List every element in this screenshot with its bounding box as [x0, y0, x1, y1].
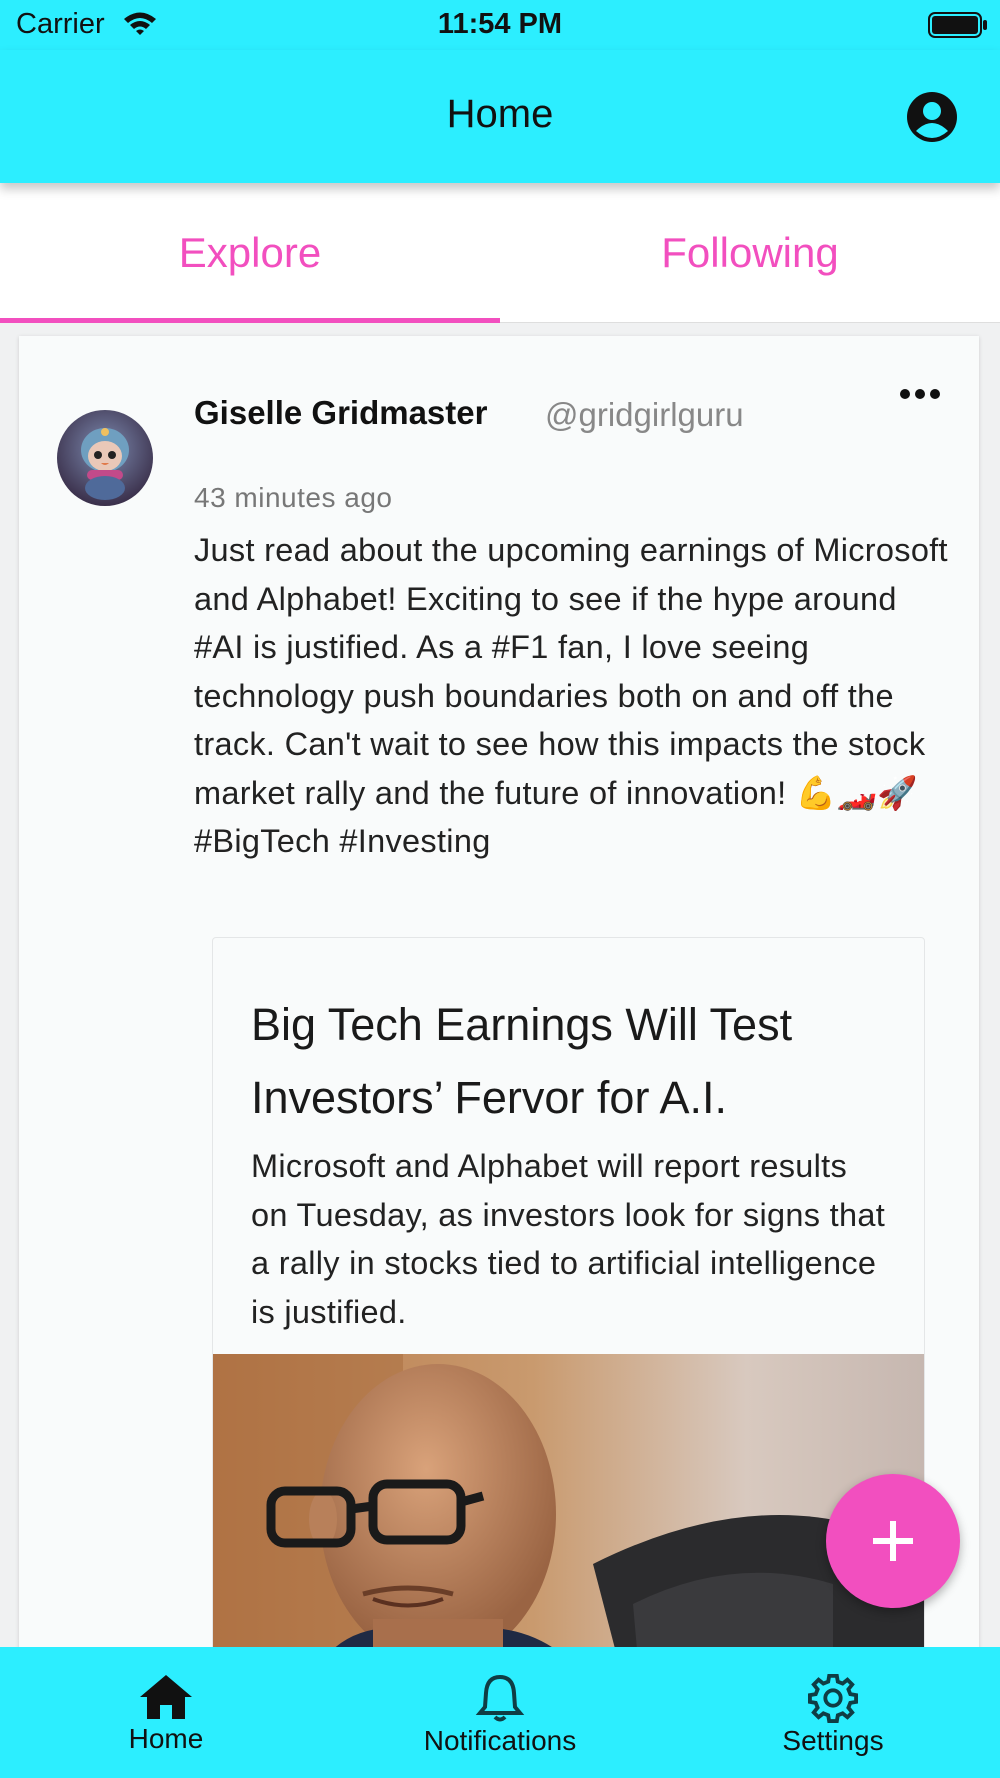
nav-notifications-label: Notifications: [423, 1725, 577, 1756]
battery-icon: [928, 12, 988, 46]
page-title: Home: [446, 92, 554, 136]
status-bar: Carrier 11:54 PM: [0, 0, 1000, 50]
nav-home[interactable]: Home: [66, 1647, 266, 1778]
compose-button[interactable]: [826, 1474, 960, 1608]
account-circle-icon[interactable]: [906, 91, 958, 148]
app-header: Home: [0, 50, 1000, 183]
link-preview-title: Big Tech Earnings Will Test Investors’ F…: [251, 999, 793, 1123]
feed-tabs: Explore Following: [0, 183, 1000, 323]
avatar[interactable]: [57, 410, 153, 506]
link-preview-description: Microsoft and Alphabet will report resul…: [251, 1148, 886, 1330]
author-handle[interactable]: @gridgirlguru: [545, 396, 744, 434]
more-options-icon[interactable]: [899, 386, 941, 407]
tab-explore[interactable]: Explore: [0, 183, 500, 322]
clock-time: 11:54 PM: [437, 8, 563, 40]
gear-icon: [808, 1673, 858, 1723]
nav-settings-label: Settings: [782, 1725, 884, 1756]
post-timestamp: 43 minutes ago: [194, 482, 393, 513]
author-name[interactable]: Giselle Gridmaster: [194, 394, 487, 432]
plus-icon: [873, 1521, 913, 1561]
nav-notifications[interactable]: Notifications: [400, 1647, 600, 1778]
post-text: Just read about the upcoming earnings of…: [194, 532, 948, 859]
tab-indicator: [0, 318, 500, 323]
bottom-navigation: Home Notifications Settings: [0, 1647, 1000, 1778]
bell-icon: [475, 1674, 525, 1722]
home-icon: [140, 1675, 192, 1719]
link-preview-card[interactable]: Big Tech Earnings Will Test Investors’ F…: [212, 937, 925, 1719]
tab-following[interactable]: Following: [500, 183, 1000, 322]
nav-home-label: Home: [128, 1723, 204, 1754]
nav-settings[interactable]: Settings: [733, 1647, 933, 1778]
post-card[interactable]: Giselle Gridmaster @gridgirlguru 43 minu…: [19, 336, 979, 1719]
